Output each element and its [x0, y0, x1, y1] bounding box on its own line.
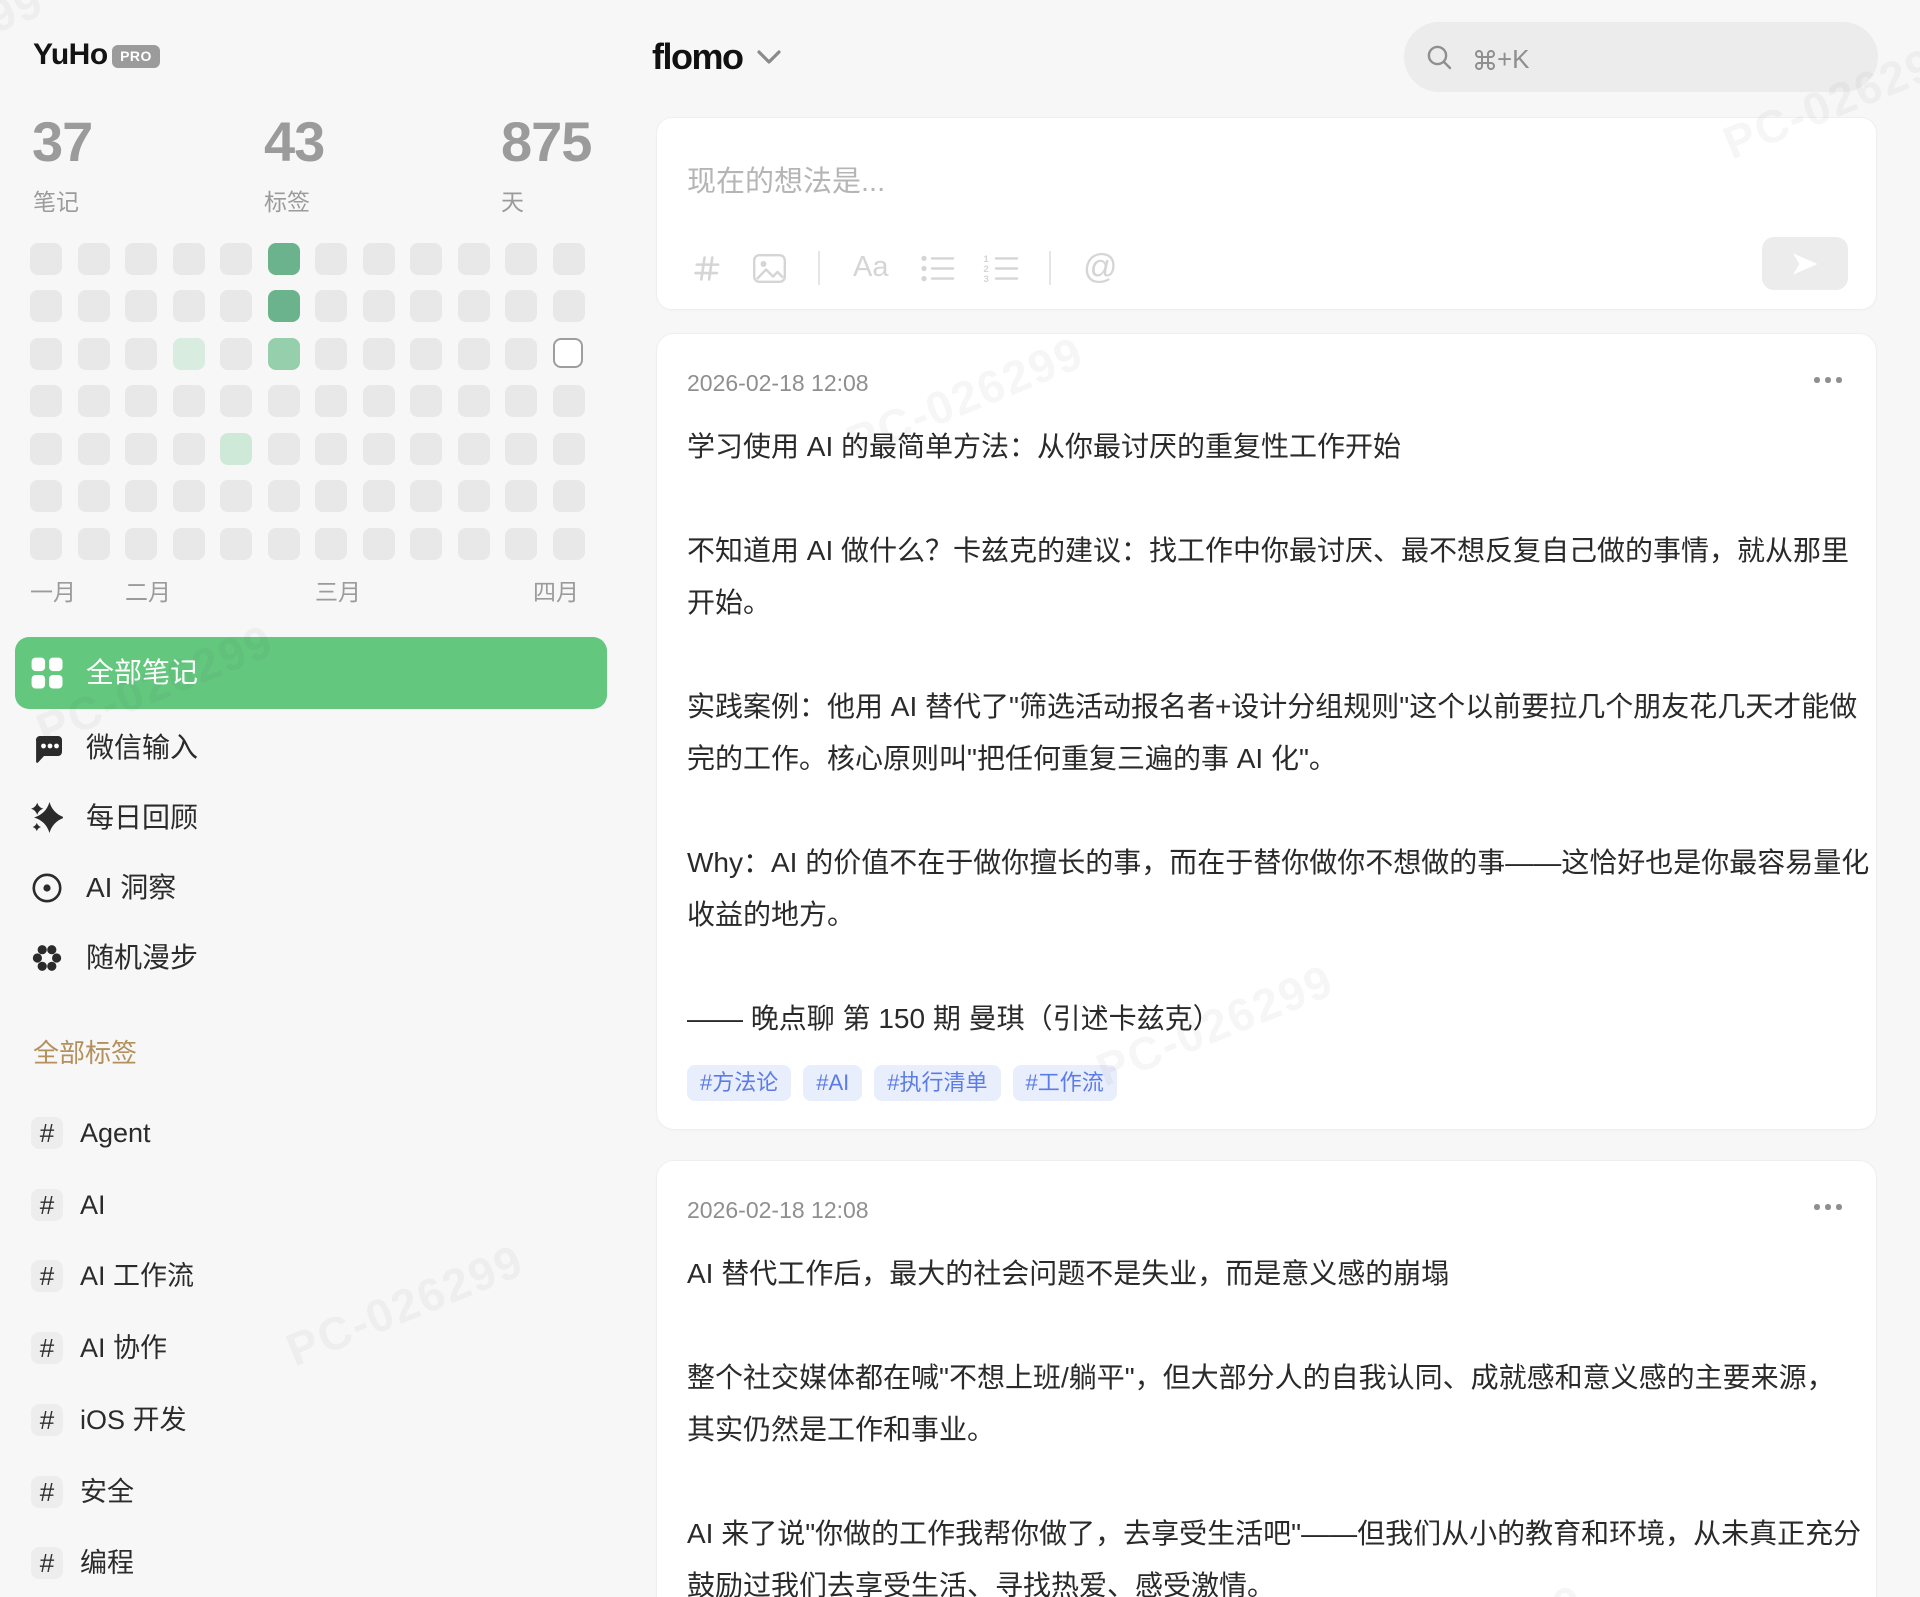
svg-text:3: 3 — [984, 274, 989, 282]
